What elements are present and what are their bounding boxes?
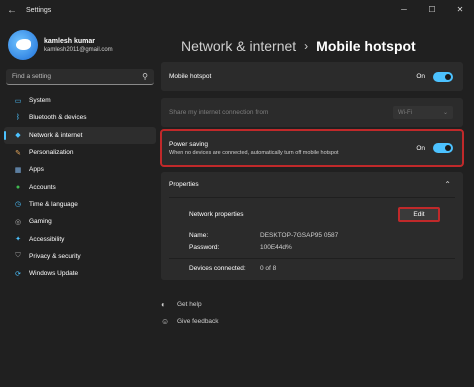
properties-header[interactable]: Properties ⌃ [161, 172, 463, 197]
properties-title: Properties [169, 181, 199, 188]
devices-connected-value: 0 of 8 [260, 265, 277, 272]
window-controls: ─ ☐ ✕ [390, 0, 474, 18]
bluetooth-icon: ᛒ [15, 114, 21, 122]
help-icon: ◐ [161, 300, 166, 309]
sidebar-item-label: Bluetooth & devices [29, 114, 87, 122]
network-properties-label: Network properties [189, 211, 244, 218]
breadcrumb: Network & internet › Mobile hotspot [181, 38, 416, 54]
minimize-button[interactable]: ─ [390, 0, 418, 18]
name-label: Name: [189, 232, 209, 239]
user-profile[interactable]: kamlesh kumar kamlesh2011@gmail.com [8, 30, 113, 60]
shield-icon: ⛉ [15, 252, 21, 260]
devices-connected-label: Devices connected: [189, 265, 246, 272]
power-saving-text: Power saving When no devices are connect… [169, 141, 339, 156]
sidebar-item-time-language[interactable]: ◷ Time & language [4, 196, 156, 213]
search-icon: ⚲ [142, 72, 148, 81]
bird-icon [16, 39, 31, 50]
back-button[interactable]: ← [2, 0, 22, 20]
give-feedback-label: Give feedback [177, 318, 219, 325]
sidebar-item-accessibility[interactable]: ✦ Accessibility [4, 230, 156, 247]
share-connection-dropdown[interactable]: Wi-Fi ⌄ [393, 106, 453, 119]
mobile-hotspot-state: On [416, 73, 425, 80]
sidebar-item-personalization[interactable]: ✎ Personalization [4, 144, 156, 161]
share-connection-card: Share my internet connection from Wi-Fi … [161, 98, 463, 127]
power-saving-label: Power saving [169, 140, 209, 148]
user-name: kamlesh kumar [44, 37, 95, 45]
sidebar-item-label: Accounts [29, 183, 56, 191]
divider [169, 258, 455, 259]
sidebar-item-label: Apps [29, 166, 44, 174]
power-saving-toggle-group: On [416, 143, 453, 153]
brush-icon: ✎ [15, 149, 21, 157]
accessibility-icon: ✦ [15, 236, 21, 244]
mobile-hotspot-toggle-group: On [416, 71, 453, 82]
sidebar-item-label: Time & language [29, 200, 78, 208]
sidebar-item-label: Windows Update [29, 270, 79, 278]
page-title: Mobile hotspot [316, 38, 416, 54]
avatar [8, 30, 38, 60]
properties-panel: Network properties Edit Name: DESKTOP-7G… [161, 197, 463, 280]
password-value: 100E44d% [260, 244, 292, 251]
breadcrumb-parent[interactable]: Network & internet [181, 38, 296, 54]
mobile-hotspot-label: Mobile hotspot [169, 73, 212, 80]
give-feedback-link[interactable]: ☺ Give feedback [161, 317, 219, 326]
sidebar-item-label: System [29, 97, 51, 105]
back-arrow-icon: ← [7, 4, 17, 16]
title-bar: ← Settings ─ ☐ ✕ [0, 0, 474, 20]
chevron-down-icon: ⌄ [442, 110, 448, 116]
sidebar: kamlesh kumar kamlesh2011@gmail.com Find… [0, 20, 160, 387]
share-connection-value: Wi-Fi [398, 109, 412, 116]
power-saving-card: Power saving When no devices are connect… [160, 129, 464, 167]
sidebar-item-gaming[interactable]: ◎ Gaming [4, 213, 156, 230]
maximize-button[interactable]: ☐ [418, 0, 446, 18]
app-title: Settings [26, 6, 52, 14]
sidebar-item-bluetooth[interactable]: ᛒ Bluetooth & devices [4, 109, 156, 126]
breadcrumb-separator: › [304, 39, 309, 53]
name-value: DESKTOP-7GSAP95 0587 [260, 232, 339, 239]
divider [169, 197, 455, 198]
power-saving-state: On [416, 144, 425, 152]
power-saving-description: When no devices are connected, automatic… [169, 149, 339, 156]
mobile-hotspot-card: Mobile hotspot On [161, 62, 463, 91]
sidebar-nav: ▭ System ᛒ Bluetooth & devices ◆ Network… [0, 92, 160, 282]
network-icon: ◆ [15, 132, 21, 140]
user-email: kamlesh2011@gmail.com [44, 46, 113, 53]
monitor-icon: ▭ [14, 97, 22, 105]
power-saving-toggle[interactable] [433, 143, 453, 153]
sidebar-item-privacy[interactable]: ⛉ Privacy & security [4, 248, 156, 265]
update-icon: ⟳ [15, 270, 21, 278]
get-help-link[interactable]: ◐ Get help [161, 300, 202, 309]
mobile-hotspot-toggle[interactable] [433, 71, 453, 82]
edit-button[interactable]: Edit [398, 207, 440, 222]
sidebar-item-label: Accessibility [29, 235, 65, 243]
sidebar-item-label: Network & internet [29, 131, 83, 139]
sidebar-item-network[interactable]: ◆ Network & internet [4, 126, 156, 144]
gamepad-icon: ◎ [14, 218, 22, 226]
close-button[interactable]: ✕ [446, 0, 474, 18]
settings-window: ← Settings ─ ☐ ✕ kamlesh kumar kamlesh20… [0, 0, 474, 387]
sidebar-item-label: Personalization [29, 149, 74, 157]
search-placeholder: Find a setting [12, 73, 52, 80]
password-label: Password: [189, 244, 220, 251]
apps-icon: ▦ [14, 166, 22, 174]
user-info: kamlesh kumar kamlesh2011@gmail.com [44, 38, 113, 53]
sidebar-item-label: Privacy & security [29, 252, 81, 260]
clock-icon: ◷ [14, 201, 22, 209]
person-icon: ● [15, 183, 21, 191]
sidebar-item-windows-update[interactable]: ⟳ Windows Update [4, 265, 156, 282]
chevron-up-icon[interactable]: ⌃ [444, 180, 451, 189]
share-connection-label: Share my internet connection from [169, 109, 269, 116]
get-help-label: Get help [177, 301, 202, 308]
feedback-icon: ☺ [161, 317, 170, 326]
sidebar-item-apps[interactable]: ▦ Apps [4, 161, 156, 178]
sidebar-item-system[interactable]: ▭ System [4, 92, 156, 109]
search-input[interactable]: Find a setting ⚲ [6, 69, 154, 85]
sidebar-item-accounts[interactable]: ● Accounts [4, 178, 156, 195]
sidebar-item-label: Gaming [29, 218, 52, 226]
